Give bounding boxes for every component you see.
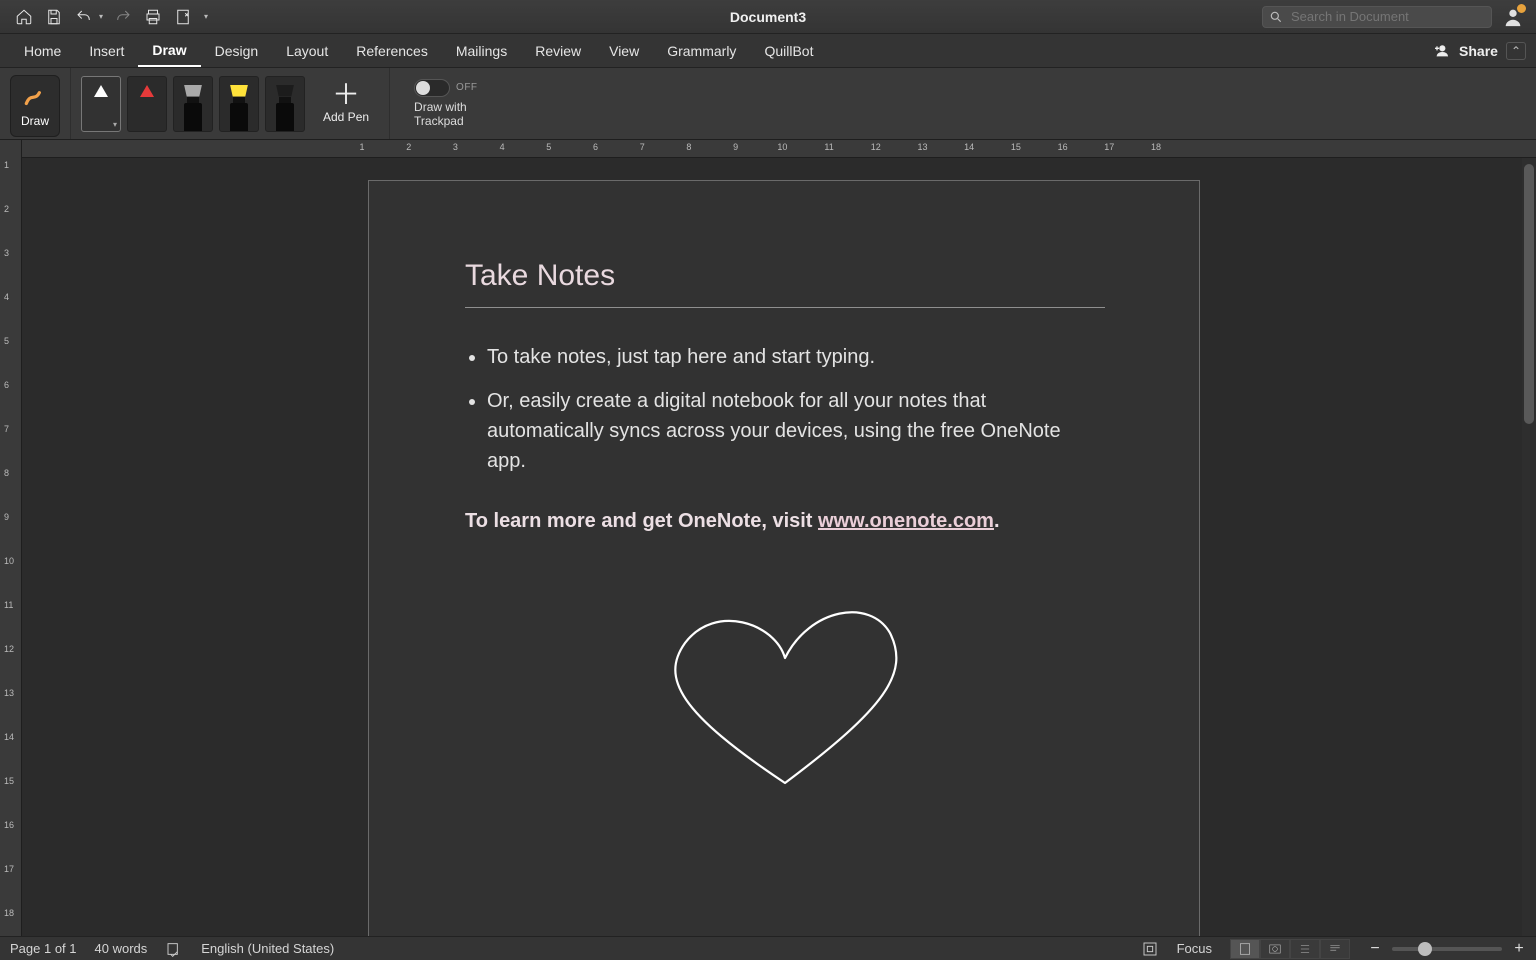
print-layout-view[interactable]: [1230, 939, 1260, 959]
home-icon[interactable]: [14, 7, 34, 27]
search-input[interactable]: [1262, 6, 1492, 28]
tab-view[interactable]: View: [595, 34, 653, 67]
pen-gallery: ▾: [81, 76, 305, 132]
spellcheck-icon[interactable]: [165, 940, 183, 958]
hi-yellow[interactable]: [219, 76, 259, 132]
bullet-list[interactable]: To take notes, just tap here and start t…: [465, 342, 1103, 476]
learn-suffix: .: [994, 510, 1000, 532]
pen-red[interactable]: [127, 76, 167, 132]
undo-icon[interactable]: [74, 7, 94, 27]
share-button[interactable]: Share: [1459, 43, 1498, 59]
title-bar: ▾ ▾ Document3: [0, 0, 1536, 34]
tab-grammarly[interactable]: Grammarly: [653, 34, 750, 67]
share-add-person-icon[interactable]: [1431, 41, 1451, 61]
save-icon[interactable]: [44, 7, 64, 27]
focus-label[interactable]: Focus: [1177, 941, 1212, 956]
ribbon-tabs: HomeInsertDrawDesignLayoutReferencesMail…: [0, 34, 1536, 68]
focus-icon[interactable]: [1141, 940, 1159, 958]
print-icon[interactable]: [143, 7, 163, 27]
document-canvas[interactable]: Take Notes To take notes, just tap here …: [22, 158, 1536, 936]
draw-with-trackpad-toggle[interactable]: OFF: [414, 79, 478, 97]
page[interactable]: Take Notes To take notes, just tap here …: [368, 180, 1200, 936]
heart-drawing[interactable]: [655, 593, 915, 793]
tab-draw[interactable]: Draw: [138, 34, 200, 67]
presence-icon[interactable]: [1502, 6, 1524, 28]
view-mode-buttons: [1230, 939, 1350, 959]
hi-black[interactable]: [265, 76, 305, 132]
ribbon-body-draw: Draw ▾ ＋ Add Pen OFF Draw with Trackpad: [0, 68, 1536, 140]
add-pen-button[interactable]: ＋ Add Pen: [313, 84, 379, 124]
draw-toggle-button[interactable]: Draw: [10, 75, 60, 137]
onenote-link[interactable]: www.onenote.com: [818, 510, 994, 532]
tab-layout[interactable]: Layout: [272, 34, 342, 67]
page-info[interactable]: Page 1 of 1: [10, 941, 77, 956]
learn-more-paragraph[interactable]: To learn more and get OneNote, visit www…: [465, 510, 1103, 533]
trackpad-label-line2: Trackpad: [414, 115, 467, 129]
plus-icon: ＋: [332, 84, 360, 106]
tab-quillbot[interactable]: QuillBot: [750, 34, 827, 67]
vertical-scrollbar[interactable]: [1522, 158, 1536, 936]
zoom-in-button[interactable]: +: [1512, 940, 1526, 958]
zoom-slider[interactable]: [1392, 947, 1502, 951]
scrollbar-thumb[interactable]: [1524, 164, 1534, 424]
tab-mailings[interactable]: Mailings: [442, 34, 521, 67]
tab-references[interactable]: References: [342, 34, 442, 67]
page-heading[interactable]: Take Notes: [465, 259, 1103, 293]
pen-black[interactable]: ▾: [81, 76, 121, 132]
zoom-control[interactable]: − +: [1368, 940, 1526, 958]
add-pen-label: Add Pen: [323, 110, 369, 124]
zoom-out-button[interactable]: −: [1368, 940, 1382, 958]
tab-insert[interactable]: Insert: [75, 34, 138, 67]
status-bar: Page 1 of 1 40 words English (United Sta…: [0, 936, 1536, 960]
ribbon-collapse-chevron[interactable]: ⌃: [1506, 42, 1526, 60]
tab-review[interactable]: Review: [521, 34, 595, 67]
draft-view[interactable]: [1320, 939, 1350, 959]
tab-home[interactable]: Home: [10, 34, 75, 67]
draw-toggle-label: Draw: [21, 114, 49, 128]
word-count[interactable]: 40 words: [95, 941, 148, 956]
bullet-item[interactable]: Or, easily create a digital notebook for…: [487, 386, 1103, 476]
learn-prefix: To learn more and get OneNote, visit: [465, 510, 818, 532]
vertical-ruler[interactable]: 123456789101112131415161718: [0, 140, 22, 936]
page-setup-icon[interactable]: [173, 7, 193, 27]
bullet-item[interactable]: To take notes, just tap here and start t…: [487, 342, 1103, 372]
language-status[interactable]: English (United States): [201, 941, 334, 956]
horizontal-ruler[interactable]: 123456789101112131415161718: [22, 140, 1536, 158]
heading-rule: [465, 307, 1105, 308]
quick-access-customize[interactable]: ▾: [203, 12, 208, 21]
tab-design[interactable]: Design: [201, 34, 273, 67]
hi-gray[interactable]: [173, 76, 213, 132]
redo-icon[interactable]: [113, 7, 133, 27]
web-layout-view[interactable]: [1260, 939, 1290, 959]
outline-view[interactable]: [1290, 939, 1320, 959]
undo-dropdown[interactable]: ▾: [98, 12, 103, 21]
trackpad-toggle-state: OFF: [456, 82, 478, 93]
search-input-field[interactable]: [1289, 8, 1485, 25]
trackpad-label-line1: Draw with: [414, 101, 467, 115]
